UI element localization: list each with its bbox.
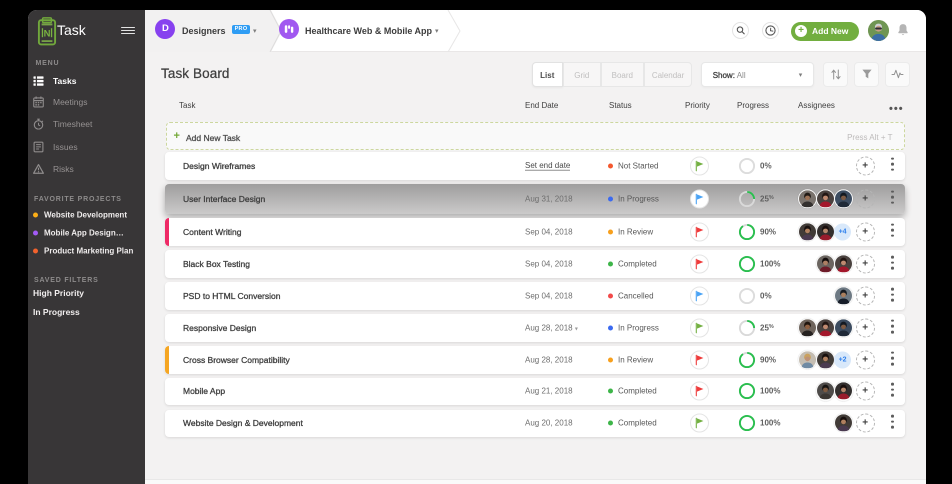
svg-text:N: N <box>43 28 50 39</box>
